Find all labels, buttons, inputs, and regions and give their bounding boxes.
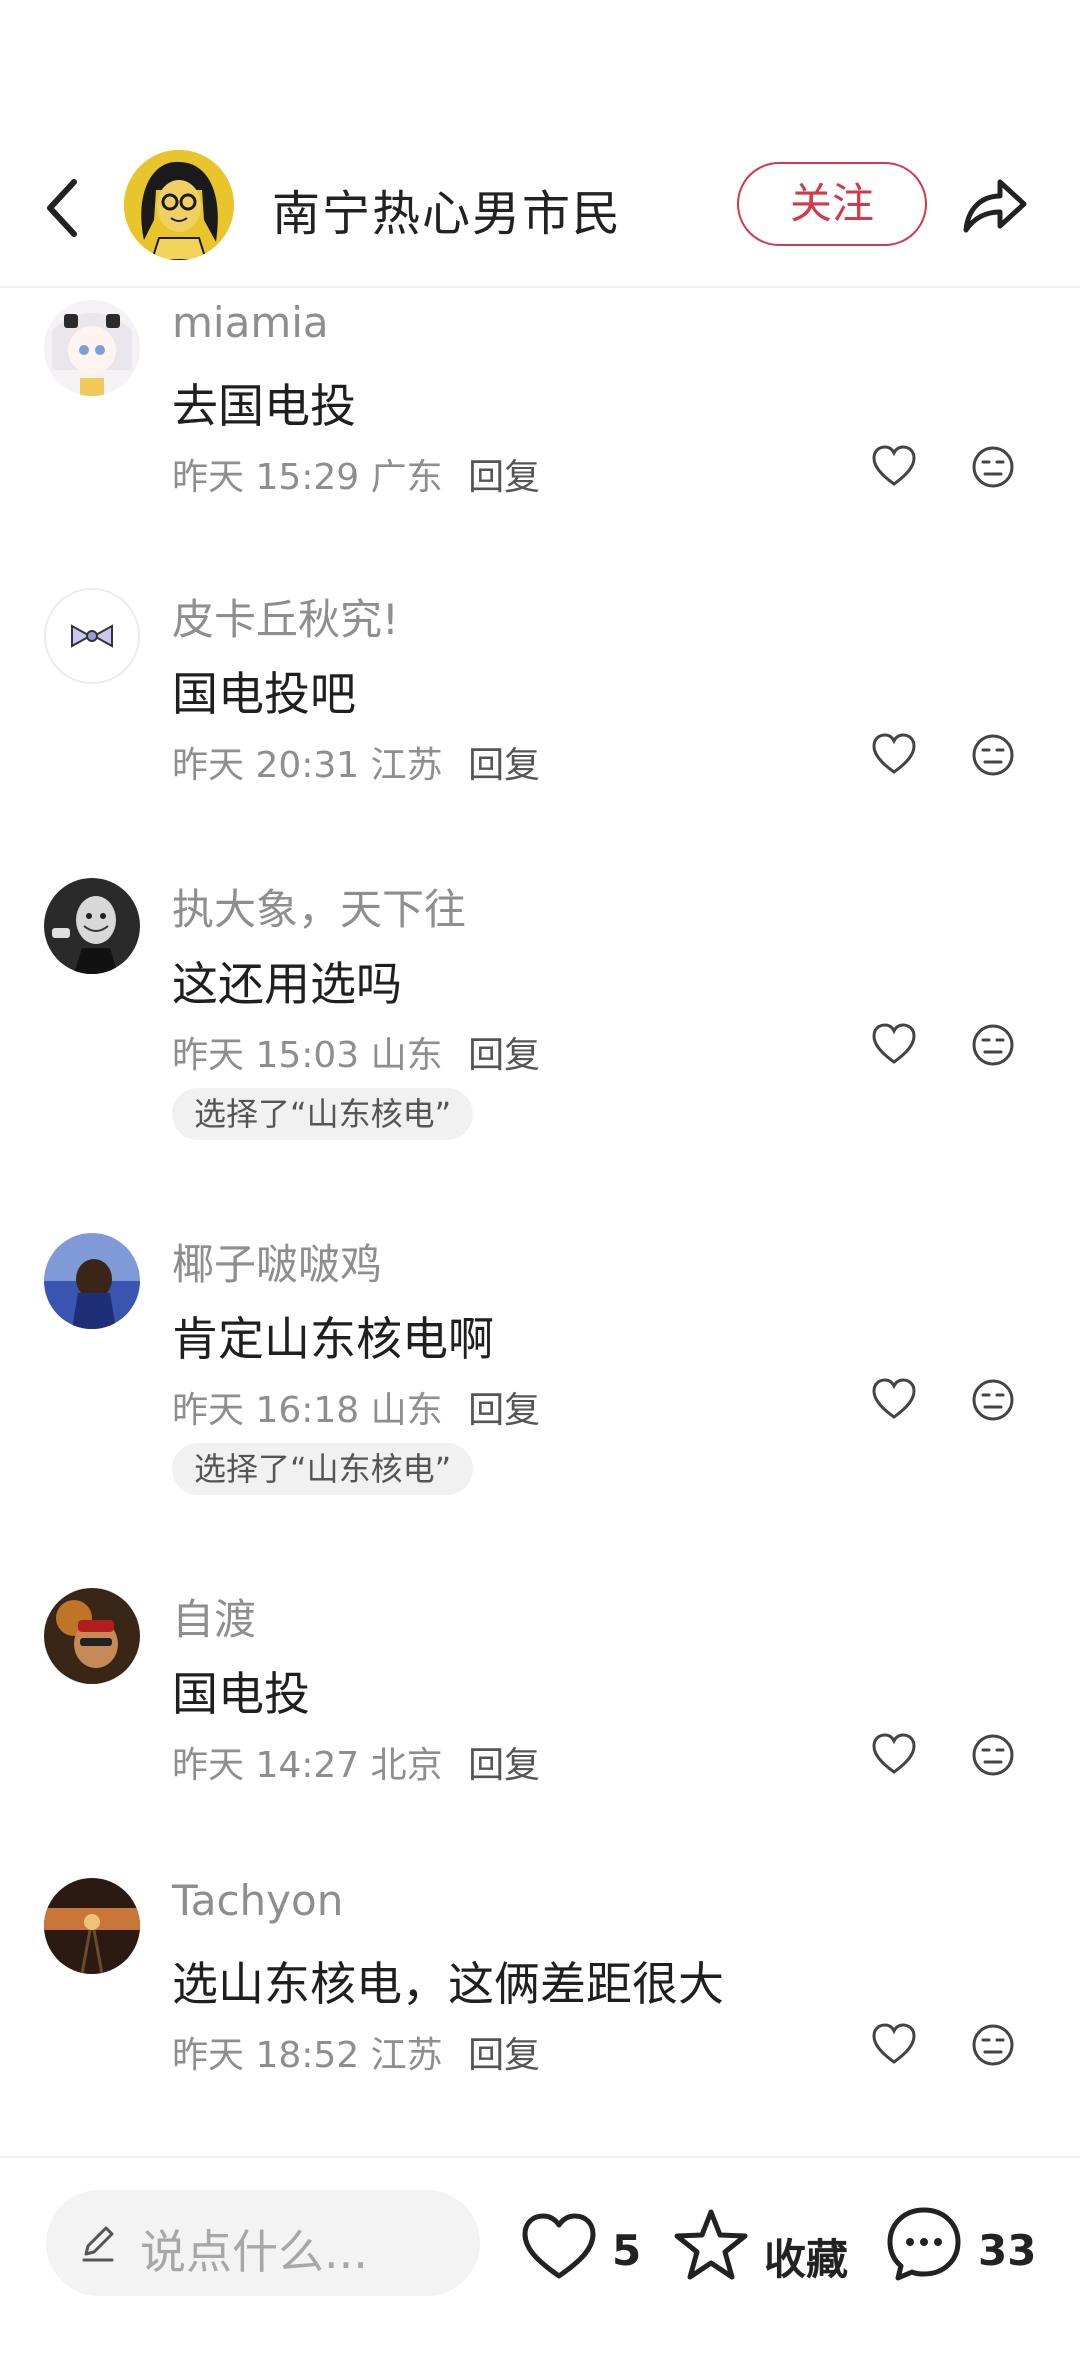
comment-username[interactable]: 自渡	[172, 1586, 256, 1647]
comment-meta: 昨天 20:31 江苏 回复	[172, 736, 540, 788]
heart-icon[interactable]	[870, 730, 918, 778]
share-icon	[963, 179, 1027, 233]
heart-icon[interactable]	[870, 1020, 918, 1068]
comment-item: Tachyon 选山东核电，这俩差距很大 昨天 18:52 江苏 回复	[0, 1876, 1080, 2128]
heart-icon[interactable]	[870, 1730, 918, 1778]
comment-time: 昨天 16:18	[172, 1390, 360, 1431]
vote-choice-tag: 选择了“山东核电”	[172, 1443, 474, 1495]
comment-time: 昨天 14:27	[172, 1745, 360, 1786]
pen-icon	[82, 2226, 114, 2262]
reply-button[interactable]: 回复	[468, 745, 540, 786]
comment-meta: 昨天 14:27 北京 回复	[172, 1736, 540, 1788]
avatar[interactable]	[44, 300, 140, 396]
dislike-face-icon[interactable]	[968, 442, 1018, 492]
comment-time: 昨天 15:03	[172, 1035, 360, 1076]
comment-location: 江苏	[370, 2035, 443, 2076]
star-icon[interactable]	[672, 2206, 750, 2284]
comment-text: 这还用选吗	[172, 957, 402, 1011]
comment-username[interactable]: Tachyon	[172, 1876, 343, 1925]
avatar[interactable]	[44, 878, 140, 974]
top-bar: 南宁热心男市民 关注	[0, 130, 1080, 286]
avatar[interactable]	[44, 1233, 140, 1329]
dislike-face-icon[interactable]	[968, 2020, 1018, 2070]
comment-item: 椰子啵啵鸡 肯定山东核电啊 昨天 16:18 山东 回复 选择了“山东核电”	[0, 1231, 1080, 1495]
heart-icon[interactable]	[870, 1375, 918, 1423]
vote-choice-tag: 选择了“山东核电”	[172, 1088, 474, 1140]
collect-label[interactable]: 收藏	[764, 2226, 848, 2287]
share-button[interactable]	[956, 168, 1032, 244]
comment-username[interactable]: 执大象，天下往	[172, 876, 466, 937]
avatar[interactable]	[44, 1588, 140, 1684]
comment-text: 去国电投	[172, 379, 356, 433]
comment-text: 国电投吧	[172, 667, 356, 721]
comment-input[interactable]: 说点什么...	[46, 2190, 480, 2296]
comment-meta: 昨天 15:03 山东 回复	[172, 1026, 540, 1078]
comment-item: 皮卡丘秋究! 国电投吧 昨天 20:31 江苏 回复	[0, 588, 1080, 838]
reply-button[interactable]: 回复	[468, 1390, 540, 1431]
comment-meta: 昨天 15:29 广东 回复	[172, 448, 540, 500]
header-divider	[0, 286, 1080, 288]
comment-time: 昨天 18:52	[172, 2035, 360, 2076]
back-arrow-icon	[47, 179, 77, 237]
comment-item: 执大象，天下往 这还用选吗 昨天 15:03 山东 回复 选择了“山东核电”	[0, 876, 1080, 1140]
heart-icon[interactable]	[870, 442, 918, 490]
comment-time: 昨天 20:31	[172, 745, 360, 786]
comment-location: 北京	[370, 1745, 443, 1786]
bottom-action-bar: 说点什么... 5 收藏 33	[0, 2158, 1080, 2374]
comment-username[interactable]: miamia	[172, 298, 329, 347]
dislike-face-icon[interactable]	[968, 1730, 1018, 1780]
reply-button[interactable]: 回复	[468, 1745, 540, 1786]
comment-item: miamia 去国电投 昨天 15:29 广东 回复	[0, 298, 1080, 550]
dislike-face-icon[interactable]	[968, 1020, 1018, 1070]
comment-count: 33	[978, 2226, 1037, 2275]
comment-username[interactable]: 皮卡丘秋究!	[172, 586, 399, 647]
dislike-face-icon[interactable]	[968, 730, 1018, 780]
back-button[interactable]	[36, 168, 96, 248]
author-name[interactable]: 南宁热心男市民	[272, 174, 622, 244]
reply-button[interactable]: 回复	[468, 2035, 540, 2076]
reply-button[interactable]: 回复	[468, 1035, 540, 1076]
comment-item: 自渡 国电投 昨天 14:27 北京 回复	[0, 1588, 1080, 1838]
comment-location: 江苏	[370, 745, 443, 786]
comment-text: 选山东核电，这俩差距很大	[172, 1957, 724, 2011]
comment-meta: 昨天 16:18 山东 回复	[172, 1381, 540, 1433]
reply-button[interactable]: 回复	[468, 457, 540, 498]
comment-bubble-icon[interactable]	[884, 2204, 964, 2284]
follow-button[interactable]: 关注	[737, 162, 927, 246]
comment-text: 肯定山东核电啊	[172, 1312, 494, 1366]
comment-location: 广东	[370, 457, 443, 498]
author-avatar[interactable]	[124, 150, 234, 260]
dislike-face-icon[interactable]	[968, 1375, 1018, 1425]
comment-time: 昨天 15:29	[172, 457, 360, 498]
comment-text: 国电投	[172, 1667, 310, 1721]
heart-icon[interactable]	[870, 2020, 918, 2068]
like-count: 5	[612, 2226, 642, 2275]
comment-username[interactable]: 椰子啵啵鸡	[172, 1231, 382, 1292]
comment-location: 山东	[370, 1035, 443, 1076]
comment-location: 山东	[370, 1390, 443, 1431]
comment-input-placeholder: 说点什么...	[140, 2225, 368, 2279]
heart-icon[interactable]	[520, 2210, 598, 2282]
avatar[interactable]	[44, 1878, 140, 1974]
comment-meta: 昨天 18:52 江苏 回复	[172, 2026, 540, 2078]
avatar[interactable]	[44, 588, 140, 684]
